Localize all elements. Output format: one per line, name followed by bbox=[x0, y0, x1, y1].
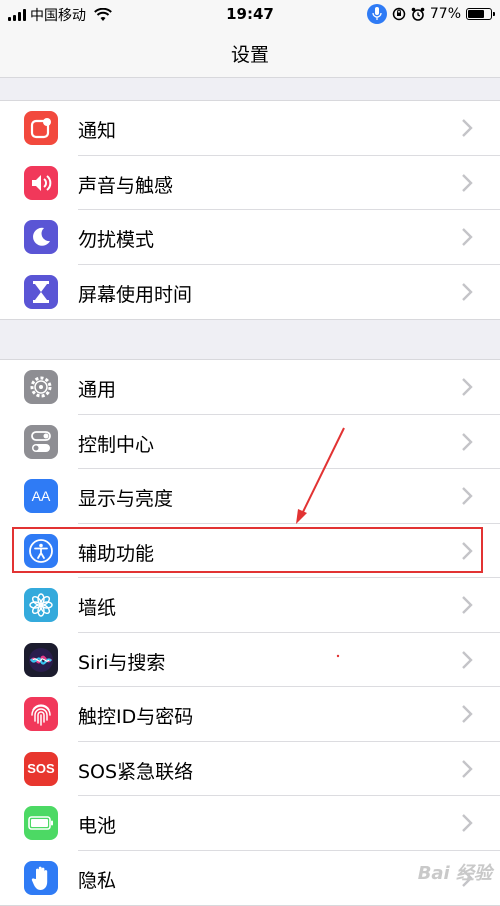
settings-row-label: 勿扰模式 bbox=[78, 229, 155, 251]
settings-row-control-center[interactable]: 控制中心 bbox=[0, 415, 500, 469]
settings-row-general[interactable]: 通用 bbox=[0, 360, 500, 415]
settings-row-wallpaper[interactable]: 墙纸 bbox=[0, 578, 500, 633]
settings-row-label: SOS紧急联络 bbox=[78, 760, 194, 783]
chevron-right-icon bbox=[462, 705, 473, 723]
settings-row-label: 通知 bbox=[78, 120, 117, 142]
battery-icon bbox=[466, 8, 495, 20]
settings-row-touch-id[interactable]: 触控ID与密码 bbox=[0, 687, 500, 742]
sos-icon: SOS bbox=[24, 751, 58, 786]
chevron-right-icon bbox=[462, 432, 473, 451]
hand-icon bbox=[24, 860, 58, 895]
settings-row-label: 触控ID与密码 bbox=[78, 706, 194, 728]
status-right: 77% bbox=[366, 4, 495, 24]
annotation-highlight-box bbox=[12, 527, 483, 573]
orientation-lock-icon bbox=[392, 7, 406, 21]
settings-group-2: 通用 控制中心 AA 显示与亮度 辅助功能 墙纸 Siri与搜索 触控ID与密码… bbox=[0, 359, 500, 906]
chevron-right-icon bbox=[462, 282, 473, 301]
settings-row-label: 电池 bbox=[78, 815, 117, 837]
speaker-icon bbox=[24, 165, 58, 200]
hourglass-icon bbox=[24, 274, 58, 309]
settings-row-label: 声音与触感 bbox=[78, 174, 174, 197]
gear-icon bbox=[24, 370, 58, 404]
battery-percent: 77% bbox=[429, 6, 461, 22]
settings-group-1: 通知 声音与触感 勿扰模式 屏幕使用时间 bbox=[0, 100, 500, 320]
chevron-right-icon bbox=[462, 173, 473, 192]
sos-icon-text: SOS bbox=[27, 761, 55, 776]
settings-row-label: 显示与亮度 bbox=[78, 488, 174, 510]
microphone-icon bbox=[366, 4, 387, 24]
battery-fill bbox=[468, 10, 485, 18]
chevron-right-icon bbox=[462, 119, 473, 137]
toggles-icon bbox=[24, 424, 58, 459]
status-bar: 中国移动 19:47 77% bbox=[0, 0, 500, 28]
settings-row-label: 隐私 bbox=[78, 869, 117, 892]
battery-settings-icon bbox=[24, 806, 58, 840]
settings-row-sos[interactable]: SOS SOS紧急联络 bbox=[0, 742, 500, 796]
settings-row-notifications[interactable]: 通知 bbox=[0, 101, 500, 156]
settings-row-display[interactable]: AA 显示与亮度 bbox=[0, 469, 500, 524]
flower-icon bbox=[24, 588, 58, 622]
settings-row-do-not-disturb[interactable]: 勿扰模式 bbox=[0, 210, 500, 265]
settings-row-battery[interactable]: 电池 bbox=[0, 796, 500, 851]
settings-row-label: 控制中心 bbox=[78, 433, 155, 456]
siri-icon bbox=[24, 642, 58, 677]
watermark: Bai 经验 bbox=[417, 863, 492, 884]
navigation-bar: 设置 bbox=[0, 28, 500, 78]
settings-row-label: 通用 bbox=[78, 379, 117, 401]
fingerprint-icon bbox=[24, 697, 58, 731]
settings-row-label: 墙纸 bbox=[78, 597, 117, 619]
page-title: 设置 bbox=[230, 44, 269, 66]
settings-row-label: Siri与搜索 bbox=[78, 651, 166, 674]
moon-icon bbox=[24, 220, 58, 254]
alarm-icon bbox=[411, 7, 425, 21]
display-icon-text: AA bbox=[31, 488, 51, 504]
chevron-right-icon bbox=[462, 650, 473, 669]
settings-row-siri[interactable]: Siri与搜索 bbox=[0, 633, 500, 687]
notifications-icon bbox=[24, 111, 58, 145]
settings-row-label: 屏幕使用时间 bbox=[78, 283, 193, 306]
chevron-right-icon bbox=[462, 228, 473, 246]
chevron-right-icon bbox=[462, 487, 473, 505]
chevron-right-icon bbox=[462, 596, 473, 614]
chevron-right-icon bbox=[462, 814, 473, 832]
chevron-right-icon bbox=[462, 759, 473, 778]
chevron-right-icon bbox=[462, 378, 473, 396]
settings-row-screen-time[interactable]: 屏幕使用时间 bbox=[0, 265, 500, 320]
text-size-icon: AA bbox=[24, 479, 58, 513]
settings-row-sounds[interactable]: 声音与触感 bbox=[0, 156, 500, 210]
